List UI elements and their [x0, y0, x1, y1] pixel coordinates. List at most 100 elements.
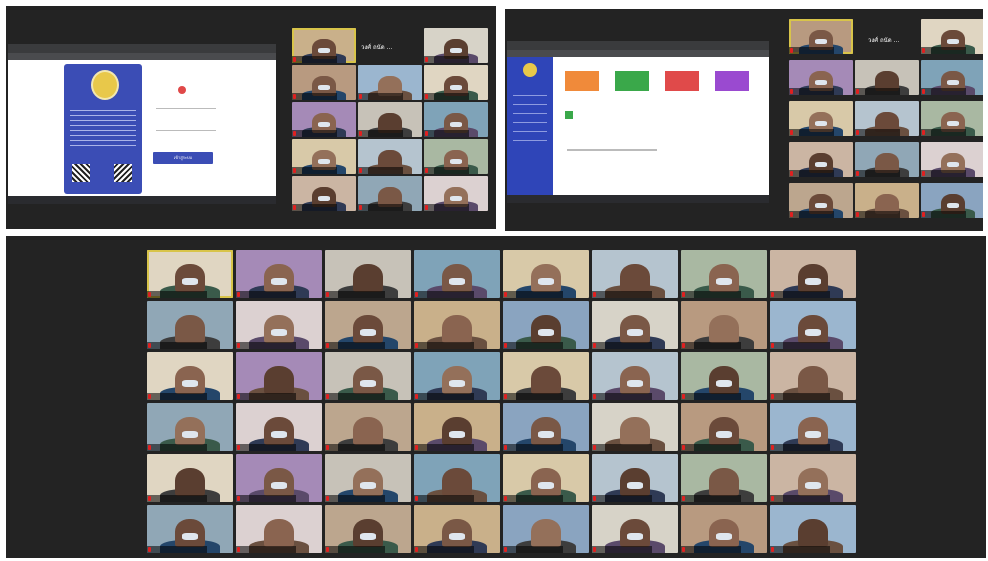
participant-video-tile[interactable] — [503, 505, 589, 553]
participant-video-tile[interactable] — [236, 250, 322, 298]
participant-video-tile[interactable] — [236, 505, 322, 553]
participant-video-tile[interactable] — [855, 142, 919, 177]
participant-video-tile[interactable] — [921, 183, 983, 218]
participant-video-tile[interactable] — [592, 454, 678, 502]
participant-name-bar — [358, 93, 403, 100]
participant-video-tile[interactable] — [325, 301, 411, 349]
participant-video-tile[interactable] — [592, 301, 678, 349]
participant-video-tile[interactable] — [770, 352, 856, 400]
participant-video-tile[interactable] — [921, 142, 983, 177]
participant-video-tile[interactable] — [147, 352, 233, 400]
participant-video-tile[interactable] — [147, 250, 233, 298]
participant-video-tile[interactable] — [414, 250, 500, 298]
participant-video-tile[interactable] — [770, 250, 856, 298]
participant-video-tile[interactable] — [147, 403, 233, 451]
login-button[interactable]: เข้าสู่ระบบ — [153, 152, 213, 164]
participant-video-tile[interactable] — [414, 505, 500, 553]
participant-video-tile[interactable] — [770, 505, 856, 553]
participant-video-tile[interactable] — [789, 19, 853, 54]
participant-video-tile[interactable] — [424, 102, 488, 137]
participant-name-bar — [503, 342, 564, 349]
participant-name-bar — [855, 170, 900, 177]
participant-video-tile[interactable] — [789, 60, 853, 95]
participant-video-tile[interactable] — [147, 301, 233, 349]
participant-video-tile[interactable] — [681, 352, 767, 400]
participant-video-tile[interactable] — [325, 454, 411, 502]
participant-video-tile[interactable] — [292, 176, 356, 211]
participant-video-tile[interactable] — [503, 403, 589, 451]
participant-video-tile[interactable] — [681, 454, 767, 502]
participant-name-bar — [592, 495, 653, 502]
participant-video-tile[interactable] — [147, 505, 233, 553]
mic-muted-icon — [922, 212, 925, 217]
browser-address-bar[interactable] — [507, 50, 769, 57]
participant-video-tile[interactable] — [358, 102, 422, 137]
participant-video-tile[interactable] — [921, 19, 983, 54]
username-field[interactable] — [156, 102, 216, 109]
participant-video-tile[interactable] — [503, 301, 589, 349]
participant-name-bar — [681, 291, 742, 298]
participant-video-tile[interactable] — [592, 403, 678, 451]
participant-video-tile[interactable] — [681, 505, 767, 553]
participant-video-tile[interactable] — [414, 403, 500, 451]
participant-video-tile[interactable] — [292, 28, 356, 63]
participant-video-tile[interactable] — [358, 139, 422, 174]
participant-video-tile[interactable] — [236, 403, 322, 451]
participant-video-tile[interactable] — [292, 139, 356, 174]
mic-muted-icon — [682, 445, 685, 450]
participant-video-tile[interactable] — [681, 250, 767, 298]
participant-video-tile[interactable] — [424, 65, 488, 100]
participant-video-tile[interactable] — [414, 352, 500, 400]
participant-video-tile[interactable] — [770, 454, 856, 502]
participant-video-tile[interactable] — [681, 403, 767, 451]
participant-name-bar — [681, 342, 742, 349]
participant-video-tile[interactable] — [325, 505, 411, 553]
participant-video-tile[interactable] — [681, 301, 767, 349]
mic-muted-icon — [771, 292, 774, 297]
mic-muted-icon — [425, 57, 428, 62]
participant-video-tile[interactable] — [921, 60, 983, 95]
participant-video-tile[interactable] — [292, 102, 356, 137]
face-mask — [271, 328, 287, 336]
participant-video-tile[interactable] — [414, 301, 500, 349]
participant-video-tile[interactable] — [855, 60, 919, 95]
participant-video-tile[interactable] — [855, 101, 919, 136]
stat-card-red — [665, 71, 699, 91]
participant-video-tile[interactable] — [503, 352, 589, 400]
participant-video-tile[interactable] — [325, 352, 411, 400]
participant-video-tile[interactable] — [414, 454, 500, 502]
participant-video-tile[interactable] — [236, 454, 322, 502]
face-mask — [947, 39, 959, 45]
participant-name-bar — [414, 291, 475, 298]
participant-video-tile[interactable] — [770, 301, 856, 349]
participant-name-bar — [414, 546, 475, 553]
participant-video-tile[interactable] — [855, 183, 919, 218]
participant-video-tile[interactable] — [424, 176, 488, 211]
participant-video-tile[interactable] — [325, 250, 411, 298]
participant-video-tile[interactable] — [789, 183, 853, 218]
participant-video-tile[interactable] — [424, 139, 488, 174]
participant-video-tile[interactable] — [592, 352, 678, 400]
participant-video-tile[interactable] — [147, 454, 233, 502]
participant-video-tile[interactable] — [236, 352, 322, 400]
mic-muted-icon — [148, 445, 151, 450]
participant-video-tile[interactable] — [236, 301, 322, 349]
participant-video-tile[interactable] — [592, 505, 678, 553]
participant-video-tile[interactable] — [292, 65, 356, 100]
participant-video-tile[interactable] — [358, 65, 422, 100]
participant-video-tile[interactable] — [921, 101, 983, 136]
participant-video-tile[interactable] — [424, 28, 488, 63]
participant-video-tile[interactable] — [789, 142, 853, 177]
participant-video-tile[interactable] — [789, 101, 853, 136]
browser-address-bar[interactable] — [8, 53, 276, 60]
sidebar-menu[interactable] — [513, 87, 547, 147]
participant-video-tile[interactable] — [770, 403, 856, 451]
participant-video-tile[interactable] — [503, 250, 589, 298]
participant-video-tile[interactable] — [358, 176, 422, 211]
face-mask — [805, 328, 821, 336]
mic-muted-icon — [326, 445, 329, 450]
participant-video-tile[interactable] — [503, 454, 589, 502]
password-field[interactable] — [156, 124, 216, 131]
participant-video-tile[interactable] — [592, 250, 678, 298]
participant-video-tile[interactable] — [325, 403, 411, 451]
